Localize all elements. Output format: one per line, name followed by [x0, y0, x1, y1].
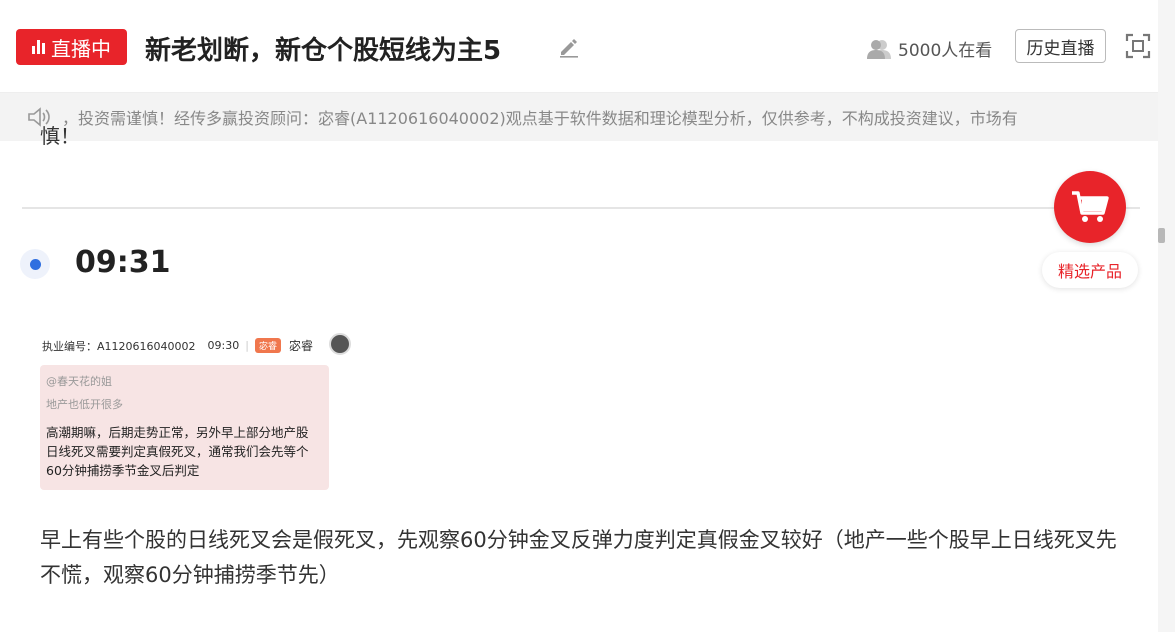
scrollbar-thumb[interactable] [1158, 228, 1165, 243]
scrollbar[interactable] [1158, 0, 1175, 632]
users-icon [867, 39, 891, 59]
avatar [329, 333, 351, 355]
live-badge: 直播中 [16, 29, 127, 65]
embedded-screenshot[interactable]: 执业编号：A1120616040002 09:30 | 宓睿 宓睿 @春天花的姐… [40, 330, 351, 495]
embed-quote-text: 地产也低开很多 [46, 398, 123, 411]
cart-button[interactable] [1054, 171, 1126, 243]
embed-time: 09:30 [207, 339, 240, 352]
timeline-dot [20, 249, 50, 279]
viewer-count-text: 5000人在看 [898, 41, 993, 61]
page-title: 新老划断，新仓个股短线为主5 [145, 36, 502, 66]
entry-text: 早上有些个股的日线死叉会是假死叉，先观察60分钟金叉反弹力度判定真假金叉较好（地… [40, 528, 1117, 587]
shopping-cart-icon [1072, 191, 1109, 222]
previous-entry-text: 慎！ [40, 126, 80, 146]
embed-message-bubble: @春天花的姐 地产也低开很多 高潮期嘛，后期走势正常，另外早上部分地产股日线死叉… [40, 365, 329, 490]
embed-tag-badge: 宓睿 [254, 338, 281, 353]
viewer-count: 5000人在看 [866, 36, 992, 61]
embed-quote-user: @春天花的姐 [46, 375, 112, 388]
header: 直播中 新老划断，新仓个股短线为主5 5000人在看 历史直播 [0, 0, 1158, 93]
embed-separator: | [245, 339, 249, 352]
speaker-icon [28, 107, 50, 127]
live-bars-icon [32, 40, 45, 54]
notice-bar: ，投资需谨慎！经传多赢投资顾问：宓睿(A1120616040002)观点基于软件… [0, 93, 1158, 141]
featured-products-label[interactable]: 精选产品 [1042, 252, 1138, 288]
history-live-button[interactable]: 历史直播 [1015, 29, 1106, 63]
embed-license: 执业编号：A1120616040002 [42, 339, 196, 353]
live-page: 直播中 新老划断，新仓个股短线为主5 5000人在看 历史直播 ，投资需谨慎！经… [0, 0, 1158, 632]
embed-author: 宓睿 [288, 339, 313, 353]
entry-time: 09:31 [75, 245, 171, 280]
embed-answer: 高潮期嘛，后期走势正常，另外早上部分地产股日线死叉需要判定真假死叉，通常我们会先… [46, 425, 309, 478]
fullscreen-icon[interactable] [1125, 33, 1151, 59]
notice-text: ，投资需谨慎！经传多赢投资顾问：宓睿(A1120616040002)观点基于软件… [62, 109, 1018, 128]
edit-icon[interactable] [558, 36, 580, 58]
divider [22, 207, 1140, 209]
embed-header: 执业编号：A1120616040002 09:30 | 宓睿 宓睿 [42, 337, 313, 354]
live-label: 直播中 [51, 36, 111, 61]
